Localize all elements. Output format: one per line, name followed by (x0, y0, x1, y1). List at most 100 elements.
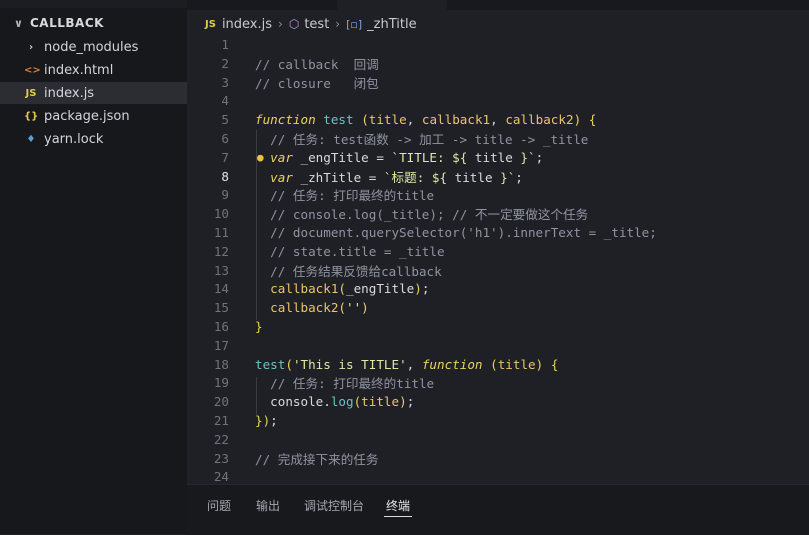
code-token: // 任务: 打印最终的title (255, 188, 435, 204)
code-token: ) (414, 281, 422, 297)
code-line: 17 (187, 336, 809, 355)
json-icon: {} (24, 110, 39, 122)
code-line: 20 console.log(title); (187, 392, 809, 411)
code-line: 7 var _engTitle = `TITLE: ${ title }`; ● (187, 148, 809, 167)
tree-item-label: package.json (44, 108, 130, 124)
line-number: 15 (213, 300, 229, 316)
code-line: 4 (187, 91, 809, 110)
code-line: 18 test('This is TITLE', function (title)… (187, 355, 809, 374)
tree-item[interactable]: JS index.js (0, 82, 187, 104)
code-token: title (368, 112, 407, 128)
code-token: { (588, 112, 597, 128)
code-text: // 任务: test函数 -> 加工 -> title -> _title (255, 129, 588, 148)
breadcrumb-symbol-zhtitle[interactable]: _zhTitle (367, 17, 416, 32)
line-number: 6 (221, 131, 229, 146)
code-token: { (550, 356, 559, 372)
tree-item[interactable]: › node_modules (0, 36, 187, 58)
tree-item-label: index.html (44, 62, 114, 78)
code-line: 1 (187, 35, 809, 54)
code-token: callback1 (255, 281, 339, 297)
code-text: }); (255, 413, 278, 428)
function-symbol-icon: ⬡ (288, 17, 300, 31)
code-line: 11 // document.querySelector('h1').inner… (187, 223, 809, 242)
line-number: 21 (213, 413, 229, 428)
line-number: 7 (221, 149, 229, 165)
line-number: 2 (221, 55, 229, 71)
line-number: 10 (213, 206, 229, 222)
folder-header[interactable]: ∨ CALLBACK (14, 16, 104, 30)
line-number: 13 (213, 262, 229, 278)
code-token: function (255, 112, 316, 128)
line-number: 4 (221, 93, 229, 109)
tree-item[interactable]: {} package.json (0, 105, 187, 127)
code-token: , (406, 112, 422, 128)
code-token: // closure 闭包 (255, 75, 379, 91)
code-text: var _zhTitle = `标题: ${ title }`; (255, 167, 523, 186)
sidebar-top-fade (0, 0, 187, 8)
panel-tab[interactable]: 调试控制台 (304, 497, 364, 514)
line-number: 23 (213, 450, 229, 466)
code-token: function (421, 356, 483, 372)
code-text: function test (title, callback1, callbac… (255, 112, 596, 127)
breadcrumb-symbol-test[interactable]: test (304, 17, 329, 32)
line-number: 22 (213, 431, 229, 447)
code-text: var _engTitle = `TITLE: ${ title }`; (255, 150, 543, 165)
tree-item[interactable]: ♦ yarn.lock (0, 128, 187, 150)
code-text: callback1(_engTitle); (255, 281, 429, 296)
yarn-icon: ♦ (26, 133, 36, 145)
lightbulb-icon[interactable]: ● (257, 151, 264, 164)
folder-name: CALLBACK (30, 16, 104, 30)
code-line: 10 // console.log(_title); // 不一定要做这个任务 (187, 204, 809, 223)
panel-tab[interactable]: 输出 (256, 497, 280, 514)
code-token: // 完成接下来的任务 (255, 451, 379, 467)
code-line: 9 // 任务: 打印最终的title (187, 185, 809, 204)
line-number: 11 (213, 225, 229, 240)
line-number: 1 (221, 37, 229, 52)
editor: JS index.js › ⬡ test › [▫] _zhTitle 1 2//… (187, 0, 809, 484)
tree-item[interactable]: <> index.html (0, 59, 187, 81)
code-token: , (490, 112, 506, 128)
code-token: '' (346, 300, 362, 316)
tab-active[interactable] (337, 0, 447, 10)
code-token: title (497, 356, 536, 372)
bottom-panel: 问题 输出 调试控制台 终端 (187, 484, 809, 535)
code-text: // document.querySelector('h1').innerTex… (255, 225, 657, 240)
line-number: 3 (221, 74, 229, 90)
breadcrumb: JS index.js › ⬡ test › [▫] _zhTitle (187, 14, 417, 34)
code-token: `标题: ${ (383, 169, 455, 185)
line-number: 24 (213, 469, 229, 485)
code-text: // 任务: 打印最终的title (255, 373, 434, 392)
breadcrumb-file[interactable]: index.js (222, 17, 272, 32)
code-token: console. (255, 394, 331, 410)
code-token: // 任务: 打印最终的title (255, 376, 435, 392)
line-number: 19 (213, 375, 229, 391)
explorer-sidebar: ∨ CALLBACK › node_modules <> index.html JS in… (0, 0, 187, 534)
code-text: // closure 闭包 (255, 73, 379, 92)
code-token: _engTitle (346, 281, 415, 297)
code-token: ; (515, 169, 523, 185)
line-number: 14 (213, 281, 229, 297)
code-token: title (361, 394, 400, 410)
code-line: 23 // 完成接下来的任务 (187, 449, 809, 468)
js-icon: JS (25, 87, 37, 99)
code-token: _zhTitle = (292, 169, 384, 185)
line-number: 5 (221, 112, 229, 128)
line-number: 8 (221, 168, 229, 184)
code-line: 22 (187, 430, 809, 449)
code-text: callback2('') (255, 300, 369, 315)
code-text: // 完成接下来的任务 (255, 449, 379, 468)
code-token: // document.querySelector('h1').innerTex… (255, 225, 657, 240)
chevron-right-icon: › (335, 17, 341, 31)
line-number: 12 (213, 243, 229, 259)
code-token: title (474, 149, 513, 165)
code-token: ; (270, 413, 278, 428)
panel-tab[interactable]: 问题 (207, 497, 231, 514)
code-line: 15 callback2('') (187, 298, 809, 317)
line-number: 9 (221, 187, 229, 203)
code-token: test (323, 112, 354, 128)
code-text: console.log(title); (255, 394, 414, 409)
panel-tab[interactable]: 终端 (383, 497, 413, 517)
code-token: ; (535, 149, 544, 165)
code-token: title (454, 169, 493, 185)
